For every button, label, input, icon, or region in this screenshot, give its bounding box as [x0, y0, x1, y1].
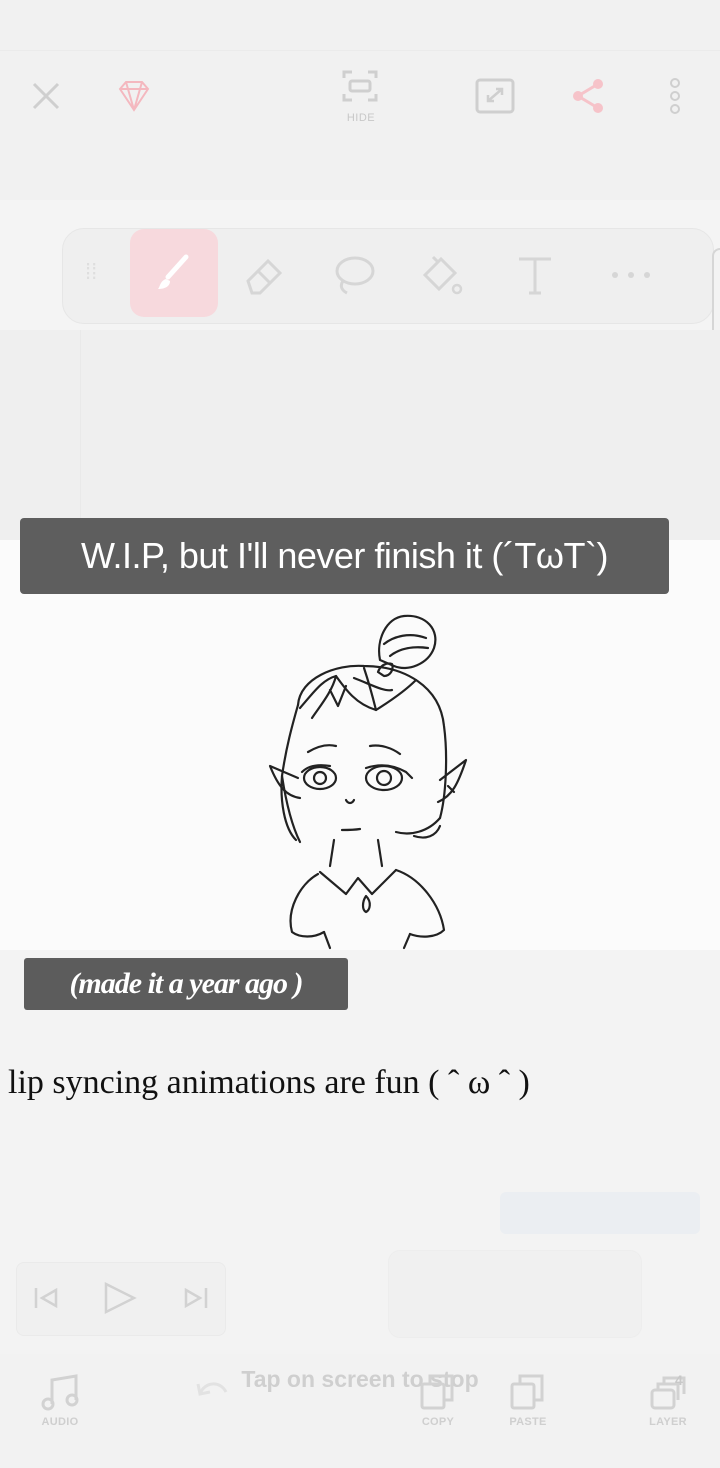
audio-label: AUDIO: [41, 1416, 79, 1428]
drawing-canvas[interactable]: [0, 540, 720, 950]
lasso-icon: [335, 256, 375, 295]
caption-wip: W.I.P, but I'll never finish it (´TωT`): [20, 518, 669, 594]
more-tools-button[interactable]: [605, 249, 657, 301]
play-button[interactable]: [98, 1276, 142, 1320]
music-icon: [41, 1374, 79, 1411]
hide-label: HIDE: [346, 112, 376, 124]
play-icon: [104, 1281, 137, 1315]
frame-strip: [500, 1192, 700, 1234]
fill-tool-button[interactable]: [415, 249, 467, 301]
record-card: [388, 1250, 642, 1338]
layer-count-badge: 4: [675, 1372, 683, 1388]
skip-back-icon: [34, 1287, 58, 1309]
more-vertical-icon[interactable]: [660, 74, 690, 118]
paste-icon: [510, 1374, 544, 1410]
tool-palette: ⁞⁞: [62, 228, 714, 324]
skip-forward-icon: [184, 1287, 208, 1309]
lasso-tool-button[interactable]: [327, 249, 379, 301]
text-icon: [519, 257, 551, 295]
brush-tool-button[interactable]: [130, 229, 218, 317]
layers-icon: [650, 1376, 686, 1410]
undo-button[interactable]: [172, 1372, 252, 1412]
character-drawing: [268, 614, 468, 950]
copy-icon: [420, 1374, 454, 1410]
drag-handle-icon[interactable]: ⁞⁞: [85, 259, 97, 285]
layer-label: LAYER: [649, 1416, 687, 1428]
gem-icon[interactable]: [112, 76, 156, 116]
eraser-icon: [246, 258, 283, 295]
copy-label: COPY: [421, 1416, 455, 1428]
undo-icon: [196, 1382, 228, 1396]
close-icon[interactable]: [26, 76, 66, 116]
audio-button[interactable]: AUDIO: [20, 1372, 100, 1428]
brush-icon: [158, 254, 189, 289]
canvas-upper: [0, 330, 720, 540]
divider: [0, 50, 720, 51]
more-horizontal-icon: [612, 272, 650, 278]
skip-back-button[interactable]: [24, 1276, 68, 1320]
copy-button[interactable]: COPY: [398, 1372, 478, 1428]
fill-bucket-icon: [422, 255, 463, 295]
hide-icon[interactable]: [336, 64, 384, 108]
share-icon[interactable]: [566, 74, 610, 118]
layer-button[interactable]: LAYER: [628, 1372, 708, 1428]
caption-lip-sync: lip syncing animations are fun ( ˆ ω ˆ ): [8, 1064, 530, 1101]
eraser-tool-button[interactable]: [238, 249, 290, 301]
skip-forward-button[interactable]: [174, 1276, 218, 1320]
caption-year-ago: (made it a year ago ): [24, 958, 348, 1010]
text-tool-button[interactable]: [509, 249, 561, 301]
paste-button[interactable]: PASTE: [488, 1372, 568, 1428]
fullscreen-icon[interactable]: [472, 74, 518, 118]
canvas-guide: [80, 330, 81, 540]
paste-label: PASTE: [509, 1416, 547, 1428]
